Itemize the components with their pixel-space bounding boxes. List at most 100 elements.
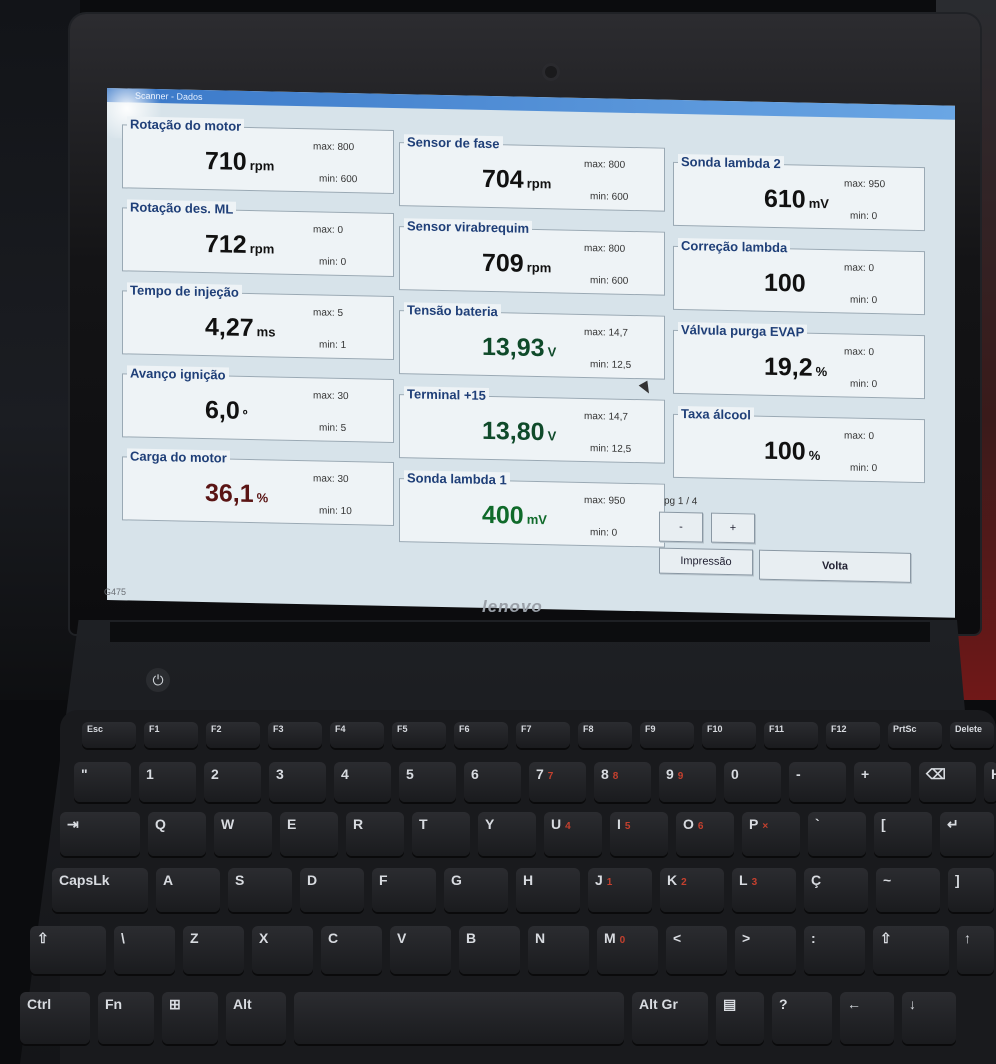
key-8[interactable]: 88 — [594, 762, 651, 802]
key-h[interactable]: H — [516, 868, 580, 912]
key-z[interactable]: Z — [183, 926, 244, 974]
key-space[interactable] — [294, 992, 624, 1044]
key-x[interactable]: X — [252, 926, 313, 974]
key-f12[interactable]: F12 — [826, 722, 880, 748]
key-o[interactable]: O6 — [676, 812, 734, 856]
key-sym5-9[interactable]: ↓ — [902, 992, 956, 1044]
key-sym5-2[interactable]: ⊞ — [162, 992, 218, 1044]
key-q[interactable]: Q — [148, 812, 206, 856]
key-u[interactable]: U4 — [544, 812, 602, 856]
key-sym1-11[interactable]: - — [789, 762, 846, 802]
key-f7[interactable]: F7 — [516, 722, 570, 748]
key-f2[interactable]: F2 — [206, 722, 260, 748]
key-sym3-12[interactable]: ] — [948, 868, 994, 912]
prev-page-button[interactable]: - — [659, 511, 703, 543]
key-sym4-1[interactable]: \ — [114, 926, 175, 974]
key-label: ▤ — [723, 996, 737, 1012]
next-page-button[interactable]: + — [711, 512, 755, 544]
key-e[interactable]: E — [280, 812, 338, 856]
key-l[interactable]: L3 — [732, 868, 796, 912]
key-ctrl[interactable]: Ctrl — [20, 992, 90, 1044]
key-c[interactable]: C — [321, 926, 382, 974]
key-7[interactable]: 77 — [529, 762, 586, 802]
key-f1[interactable]: F1 — [144, 722, 198, 748]
key-sym5-7[interactable]: ? — [772, 992, 832, 1044]
print-button[interactable]: Impressão — [659, 547, 753, 576]
key-sym2-13[interactable]: ↵ — [940, 812, 994, 856]
key-3[interactable]: 3 — [269, 762, 326, 802]
key-f11[interactable]: F11 — [764, 722, 818, 748]
key-w[interactable]: W — [214, 812, 272, 856]
key-1[interactable]: 1 — [139, 762, 196, 802]
key-j[interactable]: J1 — [588, 868, 652, 912]
key-home[interactable]: Home — [984, 762, 996, 802]
key-sym1-0[interactable]: " — [74, 762, 131, 802]
key-sym2-11[interactable]: ` — [808, 812, 866, 856]
key-g[interactable]: G — [444, 868, 508, 912]
key-label: ↑ — [964, 930, 971, 946]
key-sym5-8[interactable]: ← — [840, 992, 894, 1044]
power-button[interactable]: ⏻ — [146, 668, 170, 692]
key-r[interactable]: R — [346, 812, 404, 856]
key-capslk[interactable]: CapsLk — [52, 868, 148, 912]
key-t[interactable]: T — [412, 812, 470, 856]
panel-value: 100% — [764, 437, 820, 467]
key-fn[interactable]: Fn — [98, 992, 154, 1044]
key-esc[interactable]: Esc — [82, 722, 136, 748]
key-m[interactable]: M0 — [597, 926, 658, 974]
key-f5[interactable]: F5 — [392, 722, 446, 748]
key-sym3-10[interactable]: Ç — [804, 868, 868, 912]
key-f4[interactable]: F4 — [330, 722, 384, 748]
key-d[interactable]: D — [300, 868, 364, 912]
key-k[interactable]: K2 — [660, 868, 724, 912]
key-2[interactable]: 2 — [204, 762, 261, 802]
key-sym1-13[interactable]: ⌫ — [919, 762, 976, 802]
key-sym4-12[interactable]: ⇧ — [873, 926, 949, 974]
key-sym4-13[interactable]: ↑ — [957, 926, 994, 974]
key-sym4-10[interactable]: > — [735, 926, 796, 974]
key-0[interactable]: 0 — [724, 762, 781, 802]
key-f3[interactable]: F3 — [268, 722, 322, 748]
key-n[interactable]: N — [528, 926, 589, 974]
back-button[interactable]: Volta — [759, 549, 911, 583]
key-sym4-11[interactable]: : — [804, 926, 865, 974]
key-4[interactable]: 4 — [334, 762, 391, 802]
key-y[interactable]: Y — [478, 812, 536, 856]
key-alt-label: 8 — [612, 771, 619, 782]
key-sym2-0[interactable]: ⇥ — [60, 812, 140, 856]
panel-title: Sonda lambda 1 — [404, 470, 510, 488]
laptop-screen: Scanner - Dados Rotação do motor 710 rpm ma… — [107, 88, 955, 618]
key-sym4-0[interactable]: ⇧ — [30, 926, 106, 974]
key-i[interactable]: I5 — [610, 812, 668, 856]
value-unit: V — [547, 428, 557, 444]
key-5[interactable]: 5 — [399, 762, 456, 802]
key-label: K — [667, 872, 678, 888]
key-sym3-11[interactable]: ~ — [876, 868, 940, 912]
key-s[interactable]: S — [228, 868, 292, 912]
key-sym5-6[interactable]: ▤ — [716, 992, 764, 1044]
panel-sonda-lambda-2: Sonda lambda 2 610 mV max: 950 min: 0 — [673, 153, 925, 232]
key-prtsc[interactable]: PrtSc — [888, 722, 942, 748]
key-f6[interactable]: F6 — [454, 722, 508, 748]
key-6[interactable]: 6 — [464, 762, 521, 802]
key-alt[interactable]: Alt — [226, 992, 286, 1044]
key-f[interactable]: F — [372, 868, 436, 912]
key-delete[interactable]: Delete — [950, 722, 994, 748]
key-f9[interactable]: F9 — [640, 722, 694, 748]
key-label: F11 — [769, 724, 785, 734]
key-sym1-12[interactable]: + — [854, 762, 911, 802]
key-f10[interactable]: F10 — [702, 722, 756, 748]
key-f8[interactable]: F8 — [578, 722, 632, 748]
key-sym2-12[interactable]: [ — [874, 812, 932, 856]
key-alt-label: 9 — [677, 771, 684, 782]
key-sym4-9[interactable]: < — [666, 926, 727, 974]
key-label: ↵ — [947, 816, 959, 832]
panel-value: 400 mV — [482, 501, 547, 531]
key-b[interactable]: B — [459, 926, 520, 974]
key-9[interactable]: 99 — [659, 762, 716, 802]
key-altgr[interactable]: Alt Gr — [632, 992, 708, 1044]
key-v[interactable]: V — [390, 926, 451, 974]
key-p[interactable]: P × — [742, 812, 800, 856]
key-label: P — [749, 816, 759, 832]
key-a[interactable]: A — [156, 868, 220, 912]
